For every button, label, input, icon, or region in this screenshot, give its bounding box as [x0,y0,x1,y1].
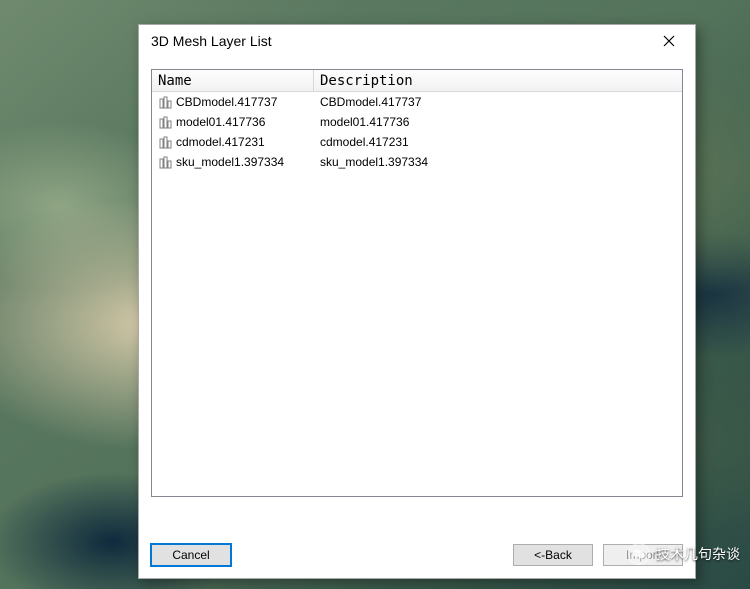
cell-description: CBDmodel.417737 [314,95,682,109]
table-row[interactable]: model01.417736 model01.417736 [152,112,682,132]
cell-name: model01.417736 [152,115,314,129]
layer-listview[interactable]: Name Description CBDmodel.417737CBDmodel… [151,69,683,497]
close-icon [663,35,675,47]
close-button[interactable] [649,27,689,55]
cell-description: model01.417736 [314,115,682,129]
cell-name: CBDmodel.417737 [152,95,314,109]
row-name-text: model01.417736 [176,115,265,129]
cell-name: sku_model1.397334 [152,155,314,169]
list-body: CBDmodel.417737 CBDmodel.417737 model01.41… [152,92,682,496]
row-name-text: CBDmodel.417737 [176,95,277,109]
dialog-buttons: Cancel <-Back Import [151,544,683,566]
mesh-icon [158,155,172,169]
row-name-text: sku_model1.397334 [176,155,284,169]
column-header-description[interactable]: Description [314,70,682,91]
mesh-icon [158,115,172,129]
mesh-icon [158,95,172,109]
dialog-content: Name Description CBDmodel.417737CBDmodel… [139,57,695,497]
cell-description: cdmodel.417231 [314,135,682,149]
table-row[interactable]: cdmodel.417231 cdmodel.417231 [152,132,682,152]
column-header-name[interactable]: Name [152,70,314,91]
table-row[interactable]: CBDmodel.417737 CBDmodel.417737 [152,92,682,112]
import-button[interactable]: Import [603,544,683,566]
mesh-icon [158,135,172,149]
mesh-layer-dialog: 3D Mesh Layer List Name Description CBDm… [138,24,696,579]
list-header: Name Description [152,70,682,92]
cancel-button[interactable]: Cancel [151,544,231,566]
cell-name: cdmodel.417231 [152,135,314,149]
back-button[interactable]: <-Back [513,544,593,566]
dialog-title: 3D Mesh Layer List [151,33,649,49]
table-row[interactable]: sku_model1.397334 sku_model1.397334 [152,152,682,172]
title-bar: 3D Mesh Layer List [139,25,695,57]
cell-description: sku_model1.397334 [314,155,682,169]
row-name-text: cdmodel.417231 [176,135,265,149]
